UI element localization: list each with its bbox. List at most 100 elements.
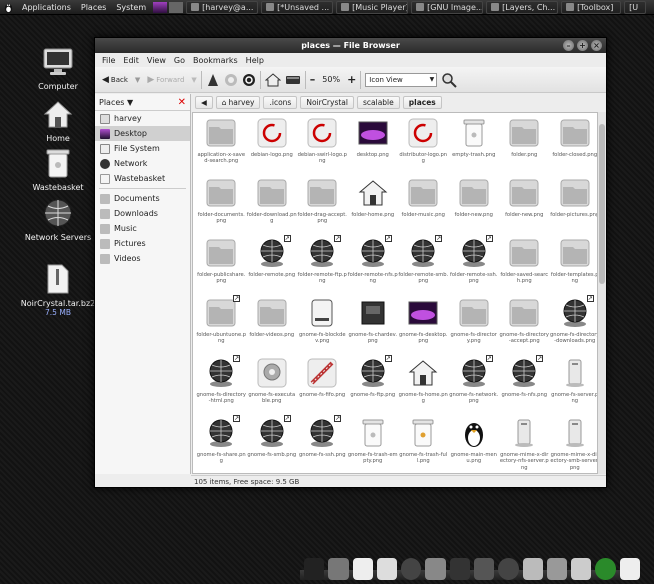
file-item[interactable]: folder.png: [499, 115, 550, 175]
path-crumb-places[interactable]: places: [402, 96, 442, 109]
pidgin-icon[interactable]: [546, 558, 568, 580]
globe-icon[interactable]: [498, 558, 519, 580]
menu-bookmarks[interactable]: Bookmarks: [189, 56, 242, 65]
file-item[interactable]: gnome-fs-home.png: [398, 355, 449, 415]
up-icon[interactable]: [206, 73, 220, 87]
close-sidebar-icon[interactable]: ✕: [178, 97, 186, 108]
trash-icon[interactable]: [571, 558, 592, 580]
menu-help[interactable]: Help: [242, 56, 268, 65]
file-item[interactable]: gnome-fs-directory.png: [449, 295, 500, 355]
file-item[interactable]: gnome-fs-chardev.png: [348, 295, 399, 355]
globe-icon[interactable]: [401, 558, 422, 580]
file-item[interactable]: folder-publicshare.png: [196, 235, 247, 295]
file-item[interactable]: folder-pictures.png: [550, 175, 597, 235]
scrollbar-thumb[interactable]: [599, 124, 605, 284]
taskbar-button[interactable]: [*Unsaved ...: [261, 0, 334, 14]
taskbar-button[interactable]: [Music Player]: [336, 0, 409, 14]
sidebar-item-wastebasket[interactable]: Wastebasket: [95, 171, 190, 186]
path-crumb-noircrystal[interactable]: NoirCrystal: [300, 96, 354, 109]
media-icon[interactable]: [473, 558, 495, 580]
desktop-icon[interactable]: [328, 558, 349, 580]
system-menu[interactable]: System: [111, 3, 151, 12]
zoom-out-icon[interactable]: –: [310, 73, 316, 86]
file-item[interactable]: application-x-saved-search.png: [196, 115, 247, 175]
file-item[interactable]: folder-templates.png: [550, 235, 597, 295]
back-button[interactable]: ◀ Back: [99, 75, 131, 85]
path-scroll-left[interactable]: ◀: [195, 96, 213, 109]
menu-go[interactable]: Go: [170, 56, 189, 65]
file-item[interactable]: ↗ gnome-fs-network.png: [449, 355, 500, 415]
sidebar-mode-select[interactable]: Places ▼: [99, 98, 133, 107]
file-item[interactable]: ↗ folder-ubuntuone.png: [196, 295, 247, 355]
taskbar-button[interactable]: [harvey@a...: [186, 0, 259, 14]
file-item[interactable]: ↗ folder-remote-smb.png: [398, 235, 449, 295]
zoom-in-icon[interactable]: +: [347, 73, 356, 86]
reload-icon[interactable]: [242, 73, 256, 87]
gimp-icon[interactable]: [522, 558, 543, 580]
file-item[interactable]: gnome-mime-x-directory-nfs-server.png: [499, 415, 550, 473]
file-item[interactable]: folder-videos.png: [247, 295, 298, 355]
file-item[interactable]: ↗ folder-remote.png: [247, 235, 298, 295]
file-item[interactable]: ↗ gnome-fs-ftp.png: [348, 355, 399, 415]
file-item[interactable]: gnome-fs-blockdev.png: [297, 295, 348, 355]
file-item[interactable]: ↗ folder-remote-ssh.png: [449, 235, 500, 295]
file-item[interactable]: ↗ gnome-fs-share.png: [196, 415, 247, 473]
file-item[interactable]: debian-swirl-logo.png: [297, 115, 348, 175]
file-item[interactable]: distributor-logo.png: [398, 115, 449, 175]
desktop-network-servers[interactable]: Network Servers: [18, 196, 98, 242]
power-icon[interactable]: [595, 558, 616, 580]
file-item[interactable]: ↗ gnome-fs-directory-downloads.png: [550, 295, 597, 355]
back-history-icon[interactable]: ▼: [135, 76, 140, 84]
tux-icon[interactable]: [3, 2, 14, 13]
file-item[interactable]: gnome-fs-trash-full.png: [398, 415, 449, 473]
menu-edit[interactable]: Edit: [119, 56, 143, 65]
sidebar-item-harvey[interactable]: harvey: [95, 111, 190, 126]
sidebar-item-music[interactable]: Music: [95, 221, 190, 236]
file-item[interactable]: folder-drag-accept.png: [297, 175, 348, 235]
document-icon[interactable]: [352, 558, 373, 580]
file-item[interactable]: ↗ gnome-fs-smb.png: [247, 415, 298, 473]
taskbar-button[interactable]: [U: [624, 0, 647, 14]
taskbar-button[interactable]: [GNU Image...: [411, 0, 484, 14]
minimize-button[interactable]: –: [563, 40, 574, 51]
menu-view[interactable]: View: [143, 56, 170, 65]
forward-history-icon[interactable]: ▼: [191, 76, 196, 84]
file-item[interactable]: gnome-mime-x-directory-smb-server.png: [550, 415, 597, 473]
file-item[interactable]: gnome-fs-desktop.png: [398, 295, 449, 355]
forward-button[interactable]: ▶ Forward: [144, 75, 187, 85]
maximize-button[interactable]: +: [577, 40, 588, 51]
file-item[interactable]: folder-closed.png: [550, 115, 597, 175]
rss-icon[interactable]: [449, 558, 470, 580]
file-item[interactable]: folder-music.png: [398, 175, 449, 235]
launcher-icon[interactable]: [153, 1, 168, 13]
sidebar-item-network[interactable]: Network: [95, 156, 190, 171]
applications-menu[interactable]: Applications: [17, 3, 76, 12]
path-crumb-scalable[interactable]: scalable: [356, 96, 400, 109]
file-item[interactable]: folder-home.png: [348, 175, 399, 235]
file-view[interactable]: application-x-saved-search.png debian-log…: [192, 112, 598, 474]
taskbar-button[interactable]: [Layers, Ch...: [486, 0, 559, 14]
places-menu[interactable]: Places: [76, 3, 111, 12]
file-item[interactable]: gnome-fs-trash-empty.png: [348, 415, 399, 473]
trash-full-icon[interactable]: [619, 558, 640, 580]
file-item[interactable]: ↗ gnome-fs-nfs.png: [499, 355, 550, 415]
file-item[interactable]: gnome-fs-fifo.png: [297, 355, 348, 415]
sidebar-item-desktop[interactable]: Desktop: [95, 126, 190, 141]
file-item[interactable]: ↗ folder-remote-nfs.png: [348, 235, 399, 295]
file-item[interactable]: folder-documents.png: [196, 175, 247, 235]
menu-file[interactable]: File: [98, 56, 119, 65]
home-icon[interactable]: [264, 72, 281, 87]
stop-icon[interactable]: [224, 73, 238, 87]
desktop-home[interactable]: Home: [18, 97, 98, 143]
path-crumb-harvey[interactable]: ⌂ harvey: [215, 96, 261, 109]
view-mode-select[interactable]: Icon View ▼: [365, 72, 438, 87]
tux-icon[interactable]: [304, 558, 325, 580]
sidebar-item-pictures[interactable]: Pictures: [95, 236, 190, 251]
file-item[interactable]: gnome-fs-server.png: [550, 355, 597, 415]
desktop-archive[interactable]: NoirCrystal.tar.bz2 7.5 MB: [18, 262, 98, 317]
desktop-wastebasket[interactable]: Wastebasket: [18, 146, 98, 192]
file-item[interactable]: gnome-main-menu.png: [449, 415, 500, 473]
file-item[interactable]: desktop.png: [348, 115, 399, 175]
path-crumb-icons[interactable]: .icons: [263, 96, 298, 109]
close-button[interactable]: ×: [591, 40, 602, 51]
